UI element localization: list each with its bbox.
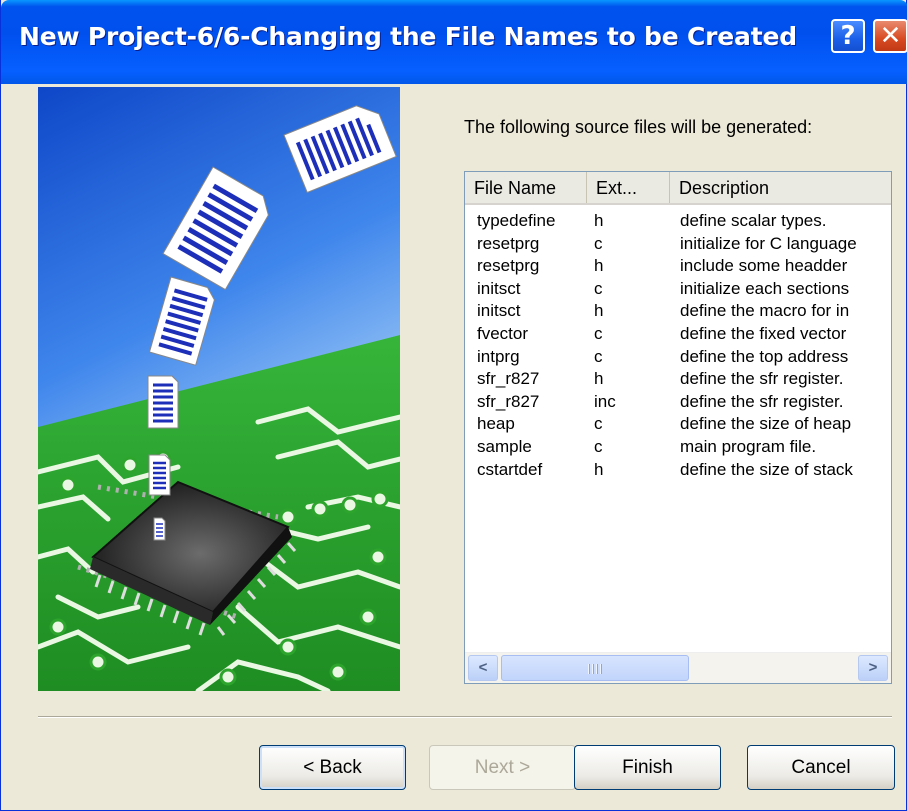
description-cell: define the sfr register. <box>680 391 844 411</box>
table-row[interactable]: intprg c define the top address <box>465 346 891 369</box>
extension-cell: h <box>594 369 604 389</box>
scroll-right-button[interactable]: > <box>858 655 888 681</box>
description-cell: define the size of stack <box>680 459 853 479</box>
title-bar[interactable]: New Project-6/6-Changing the File Names … <box>1 0 907 84</box>
description-cell: define the sfr register. <box>680 369 844 389</box>
extension-cell: h <box>594 301 604 321</box>
description-cell: initialize for C language <box>680 233 857 253</box>
column-header-description[interactable]: Description <box>670 172 891 203</box>
list-rows: typedefine h define scalar types. resetprg c… <box>465 210 891 481</box>
table-row[interactable]: heap c define the size of heap <box>465 413 891 436</box>
extension-cell: h <box>594 459 604 479</box>
window-title: New Project-6/6-Changing the File Names … <box>19 22 797 51</box>
column-header-file-name[interactable]: File Name <box>465 172 587 203</box>
table-row[interactable]: cstartdef h define the size of stack <box>465 459 891 482</box>
extension-cell: c <box>594 346 603 366</box>
table-row[interactable]: fvector c define the fixed vector <box>465 323 891 346</box>
file-name-cell: intprg <box>477 346 520 366</box>
extension-cell: c <box>594 414 603 434</box>
file-name-cell: cstartdef <box>477 459 543 479</box>
close-button[interactable]: ✕ <box>873 19 907 53</box>
file-name-cell: typedefine <box>477 211 556 230</box>
description-cell: main program file. <box>680 436 817 456</box>
column-header-extension[interactable]: Ext... <box>587 172 670 203</box>
separator <box>38 716 892 718</box>
file-name-cell: initsct <box>477 301 521 321</box>
file-name-cell: resetprg <box>477 233 540 253</box>
description-cell: define the fixed vector <box>680 323 847 343</box>
file-name-cell: resetprg <box>477 256 540 276</box>
list-header: File Name Ext... Description <box>465 172 891 205</box>
table-row[interactable]: resetprg h include some headder <box>465 255 891 278</box>
file-name-cell: sfr_r827 <box>477 369 540 389</box>
extension-cell: h <box>594 256 604 276</box>
file-name-cell: initsct <box>477 278 521 298</box>
table-row[interactable]: typedefine h define scalar types. <box>465 210 891 233</box>
intro-text: The following source files will be gener… <box>464 117 813 137</box>
file-name-cell: sample <box>477 436 532 456</box>
cancel-button[interactable]: Cancel <box>747 745 895 790</box>
help-button[interactable]: ? <box>831 19 865 53</box>
description-cell: include some headder <box>680 256 848 276</box>
back-button[interactable]: < Back <box>259 745 406 790</box>
finish-button[interactable]: Finish <box>574 745 721 790</box>
description-cell: initialize each sections <box>680 278 850 298</box>
wizard-illustration <box>38 87 400 691</box>
table-row[interactable]: sfr_r827 h define the sfr register. <box>465 368 891 391</box>
scroll-thumb[interactable] <box>501 655 689 681</box>
table-row[interactable]: resetprg c initialize for C language <box>465 233 891 256</box>
table-row[interactable]: sample c main program file. <box>465 436 891 459</box>
extension-cell: c <box>594 233 603 253</box>
extension-cell: h <box>594 211 604 230</box>
file-name-cell: heap <box>477 414 515 434</box>
table-row[interactable]: sfr_r827 inc define the sfr register. <box>465 391 891 414</box>
extension-cell: inc <box>594 391 616 411</box>
description-cell: define scalar types. <box>680 211 827 230</box>
extension-cell: c <box>594 323 603 343</box>
table-row[interactable]: initsct h define the macro for in <box>465 300 891 323</box>
file-name-cell: fvector <box>477 323 529 343</box>
description-cell: define the top address <box>680 346 849 366</box>
wizard-dialog: New Project-6/6-Changing the File Names … <box>0 0 907 811</box>
description-cell: define the macro for in <box>680 301 850 321</box>
scroll-left-button[interactable]: < <box>468 655 498 681</box>
next-button[interactable]: Next > <box>429 745 576 790</box>
table-row[interactable]: initsct c initialize each sections <box>465 278 891 301</box>
horizontal-scrollbar[interactable]: < > <box>465 652 891 683</box>
file-name-cell: sfr_r827 <box>477 391 540 411</box>
grip-icon <box>588 664 602 674</box>
extension-cell: c <box>594 278 603 298</box>
source-files-list[interactable]: File Name Ext... Description typedefine h… <box>464 171 892 684</box>
extension-cell: c <box>594 436 603 456</box>
description-cell: define the size of heap <box>680 414 852 434</box>
